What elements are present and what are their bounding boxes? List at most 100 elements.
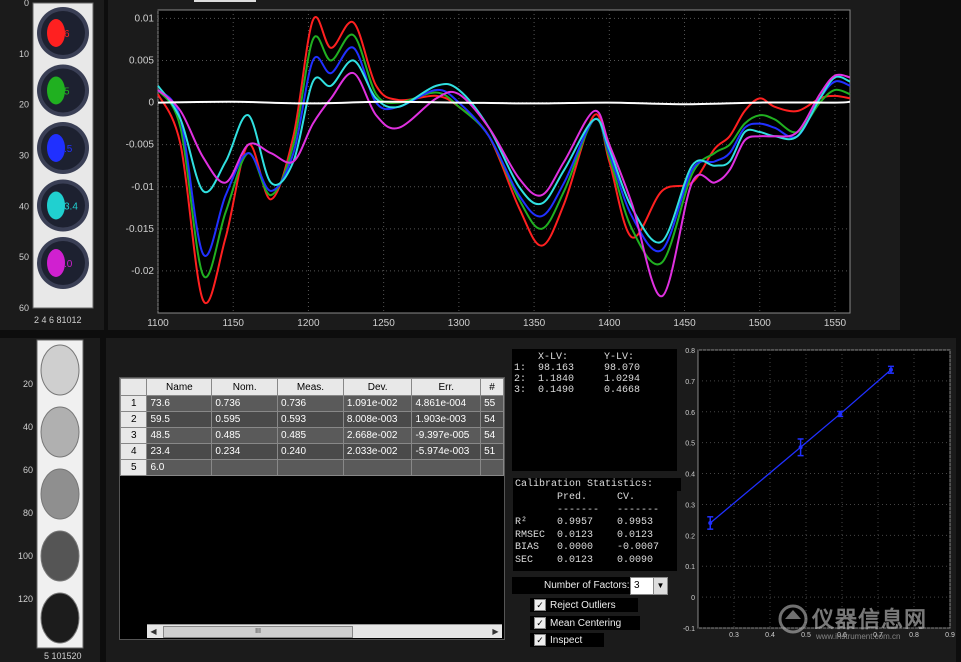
column-header-nom[interactable]: Nom. xyxy=(211,378,279,396)
calib-y-tick-label: 0.2 xyxy=(685,533,695,540)
spots-y-tick-label: 0 xyxy=(24,0,29,8)
calibration-point xyxy=(838,411,843,416)
cell-err[interactable]: -5.974e-003 xyxy=(411,443,482,460)
calib-y-tick-label: 0.5 xyxy=(685,441,695,448)
calibration-statistics-title: Calibration Statistics: xyxy=(513,478,681,491)
watermark-logo-icon xyxy=(778,604,808,634)
cell-name[interactable]: 59.5 xyxy=(146,411,213,428)
cell-meas[interactable]: 0.240 xyxy=(277,443,344,460)
calib-y-tick-label: 0.1 xyxy=(685,564,695,571)
x-tick-label: 1450 xyxy=(673,318,696,329)
cell-name[interactable]: 23.4 xyxy=(146,443,213,460)
table-row[interactable]: 3 48.5 0.485 0.485 2.668e-002 -9.397e-00… xyxy=(120,427,504,444)
cell-dev[interactable]: 1.091e-002 xyxy=(342,395,413,412)
table-row[interactable]: 5 6.0 xyxy=(120,459,504,476)
cell-count[interactable] xyxy=(480,459,504,476)
cell-nom[interactable]: 0.595 xyxy=(211,411,279,428)
y-tick-label: -0.015 xyxy=(126,224,155,235)
table-row[interactable]: 1 73.6 0.736 0.736 1.091e-002 4.861e-004… xyxy=(120,395,504,412)
reject-outliers-checkbox[interactable]: ✓ Reject Outliers xyxy=(530,598,638,612)
spot-label: 5 xyxy=(64,87,70,98)
cell-name[interactable]: 48.5 xyxy=(146,427,213,444)
x-tick-label: 1550 xyxy=(824,318,847,329)
spectra-panel: 1100 1150 1200 1250 1300 1350 1400 1450 1500 1550… xyxy=(108,0,900,330)
spots-x-ticks: 2 4 6 81012 xyxy=(34,315,82,325)
spectra-plot-area xyxy=(157,9,851,314)
cell-dev[interactable]: 8.008e-003 xyxy=(342,411,413,428)
calib-y-tick-label: 0.3 xyxy=(685,502,695,509)
cell-err[interactable]: -9.397e-005 xyxy=(411,427,482,444)
scroll-left-arrow[interactable]: ◀ xyxy=(147,625,160,638)
images-y-tick-label: 100 xyxy=(18,551,33,561)
x-tick-label: 1250 xyxy=(373,318,396,329)
spot-colored-blob xyxy=(47,134,65,162)
x-tick-label: 1150 xyxy=(222,318,244,329)
spots-y-tick-label: 50 xyxy=(19,252,29,262)
cell-nom[interactable]: 0.234 xyxy=(211,443,279,460)
calib-y-tick-label: 0.8 xyxy=(685,348,695,355)
row-number: 3 xyxy=(120,427,148,444)
number-of-factors-select[interactable]: 3 ▼ xyxy=(630,577,668,595)
reject-outliers-check-icon: ✓ xyxy=(534,599,546,611)
grayscale-spot xyxy=(40,344,80,396)
cell-dev[interactable] xyxy=(342,459,413,476)
spot-label: 6 xyxy=(64,29,70,40)
cell-err[interactable]: 1.903e-003 xyxy=(411,411,482,428)
images-y-tick-label: 20 xyxy=(23,379,33,389)
images-x-ticks: 5 101520 xyxy=(44,651,82,661)
column-header-meas[interactable]: Meas. xyxy=(277,378,344,396)
mean-centering-label: Mean Centering xyxy=(550,617,622,629)
cell-nom[interactable]: 0.485 xyxy=(211,427,279,444)
spot-colored-blob xyxy=(47,19,65,47)
cell-err[interactable] xyxy=(411,459,482,476)
calib-y-tick-label: 0 xyxy=(691,595,695,602)
cell-meas[interactable]: 0.736 xyxy=(277,395,344,412)
spectra-chart: 1100 1150 1200 1250 1300 1350 1400 1450 1500 1550… xyxy=(126,9,851,329)
cell-dev[interactable]: 2.668e-002 xyxy=(342,427,413,444)
cell-count[interactable]: 51 xyxy=(480,443,504,460)
calib-y-tick-label: -0.1 xyxy=(683,626,695,633)
calib-x-tick-label: 0.4 xyxy=(765,632,775,639)
chevron-down-icon[interactable]: ▼ xyxy=(653,578,667,594)
inspect-check-icon: ✓ xyxy=(534,634,546,646)
cell-count[interactable]: 54 xyxy=(480,411,504,428)
column-header-dev[interactable]: Dev. xyxy=(342,378,413,396)
latent-variables-text: X-LV: Y-LV: 1: 98.163 98.070 2: 1.1840 1… xyxy=(514,352,641,396)
watermark-url: www.instrument.com.cn xyxy=(816,632,901,641)
row-number: 4 xyxy=(120,443,148,460)
calibration-table[interactable]: Name Nom. Meas. Dev. Err. # 1 73.6 0.736… xyxy=(119,377,505,640)
cell-meas[interactable]: 0.593 xyxy=(277,411,344,428)
calibration-statistics-text: Pred. CV. ------- ------- R² 0.9957 0.99… xyxy=(515,492,660,566)
grayscale-spot xyxy=(40,406,80,458)
cell-meas[interactable]: 0.485 xyxy=(277,427,344,444)
table-row[interactable]: 4 23.4 0.234 0.240 2.033e-002 -5.974e-00… xyxy=(120,443,504,460)
cell-err[interactable]: 4.861e-004 xyxy=(411,395,482,412)
cell-nom[interactable] xyxy=(211,459,279,476)
calibration-point xyxy=(708,520,713,525)
table-horizontal-scrollbar[interactable]: ◀ III ▶ xyxy=(147,624,502,638)
table-row[interactable]: 2 59.5 0.595 0.593 8.008e-003 1.903e-003… xyxy=(120,411,504,428)
spot-colored-blob xyxy=(47,76,65,105)
cell-meas[interactable] xyxy=(277,459,344,476)
calibration-statistics-box: Pred. CV. ------- ------- R² 0.9957 0.99… xyxy=(513,491,677,571)
column-header-count[interactable]: # xyxy=(480,378,504,396)
mean-centering-checkbox[interactable]: ✓ Mean Centering xyxy=(530,616,640,630)
column-header-name[interactable]: Name xyxy=(146,378,213,396)
cell-name[interactable]: 73.6 xyxy=(146,395,213,412)
cell-dev[interactable]: 2.033e-002 xyxy=(342,443,413,460)
cell-nom[interactable]: 0.736 xyxy=(211,395,279,412)
scroll-right-arrow[interactable]: ▶ xyxy=(489,625,502,638)
cell-name[interactable]: 6.0 xyxy=(146,459,213,476)
spots-y-tick-label: 60 xyxy=(19,303,29,313)
number-of-factors-row: Number of Factors: 3 ▼ xyxy=(512,577,668,595)
column-header-err[interactable]: Err. xyxy=(411,378,482,396)
scroll-thumb[interactable]: III xyxy=(163,626,353,638)
cell-count[interactable]: 55 xyxy=(480,395,504,412)
x-tick-label: 1500 xyxy=(749,318,772,329)
x-tick-label: 1300 xyxy=(448,318,471,329)
calib-y-tick-label: 0.7 xyxy=(685,379,695,386)
calib-x-tick-label: 0.3 xyxy=(729,632,739,639)
inspect-label: Inspect xyxy=(550,634,583,646)
inspect-checkbox[interactable]: ✓ Inspect xyxy=(530,633,604,647)
cell-count[interactable]: 54 xyxy=(480,427,504,444)
